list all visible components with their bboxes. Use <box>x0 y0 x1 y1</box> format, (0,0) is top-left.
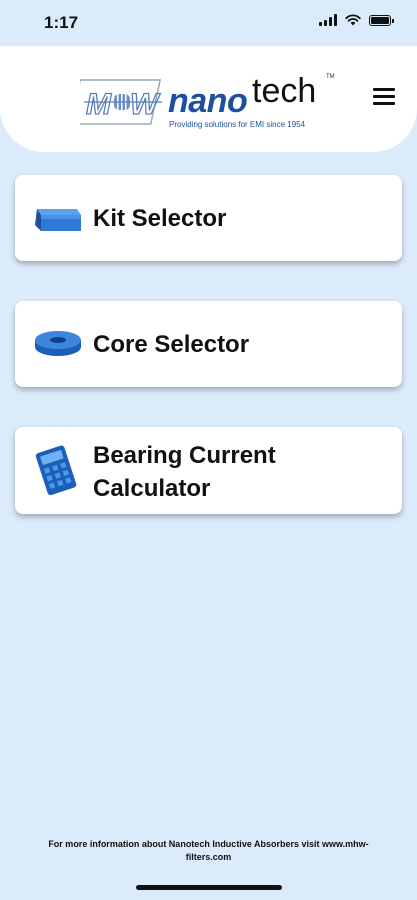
bearing-current-calculator-button[interactable]: Bearing Current Calculator <box>15 427 402 514</box>
footer-info-text: For more information about Nanotech Indu… <box>20 838 397 864</box>
kit-selector-label: Kit Selector <box>93 204 227 232</box>
nanotech-logo: M W nano tech TM Providing solutions for… <box>80 72 340 132</box>
status-time: 1:17 <box>44 13 79 32</box>
svg-text:M: M <box>86 88 112 121</box>
core-selector-button[interactable]: Core Selector <box>15 301 402 387</box>
wifi-icon <box>345 14 361 26</box>
mhw-logo-mark: M W <box>80 79 162 125</box>
kit-selector-button[interactable]: Kit Selector <box>15 175 402 261</box>
core-selector-label: Core Selector <box>93 330 250 358</box>
toroid-core-icon <box>35 331 81 356</box>
home-indicator[interactable] <box>136 885 282 890</box>
kit-box-icon <box>35 209 81 231</box>
bearing-label-line2: Calculator <box>93 475 211 502</box>
cellular-signal-icon <box>319 14 337 26</box>
svg-text:W: W <box>130 88 161 121</box>
calculator-icon <box>35 445 77 495</box>
bearing-calculator-label: Bearing Current Calculator <box>93 439 276 505</box>
header-bar: M W nano tech TM Providing solutions for… <box>0 46 417 152</box>
status-icons <box>319 14 394 26</box>
bearing-label-line1: Bearing Current <box>93 442 276 469</box>
footer-line1: For more information about Nanotech Indu… <box>48 839 369 849</box>
battery-icon <box>369 14 394 26</box>
hamburger-icon <box>373 88 395 91</box>
logo-trademark: TM <box>326 74 335 80</box>
footer-line2: filters.com <box>185 852 232 862</box>
hamburger-menu-button[interactable] <box>373 88 395 106</box>
logo-tech-text: tech <box>252 72 317 110</box>
logo-tagline: Providing solutions for EMI since 1954 <box>169 120 306 129</box>
status-bar: 1:17 <box>0 0 417 46</box>
logo-nano-text: nano <box>168 82 248 120</box>
